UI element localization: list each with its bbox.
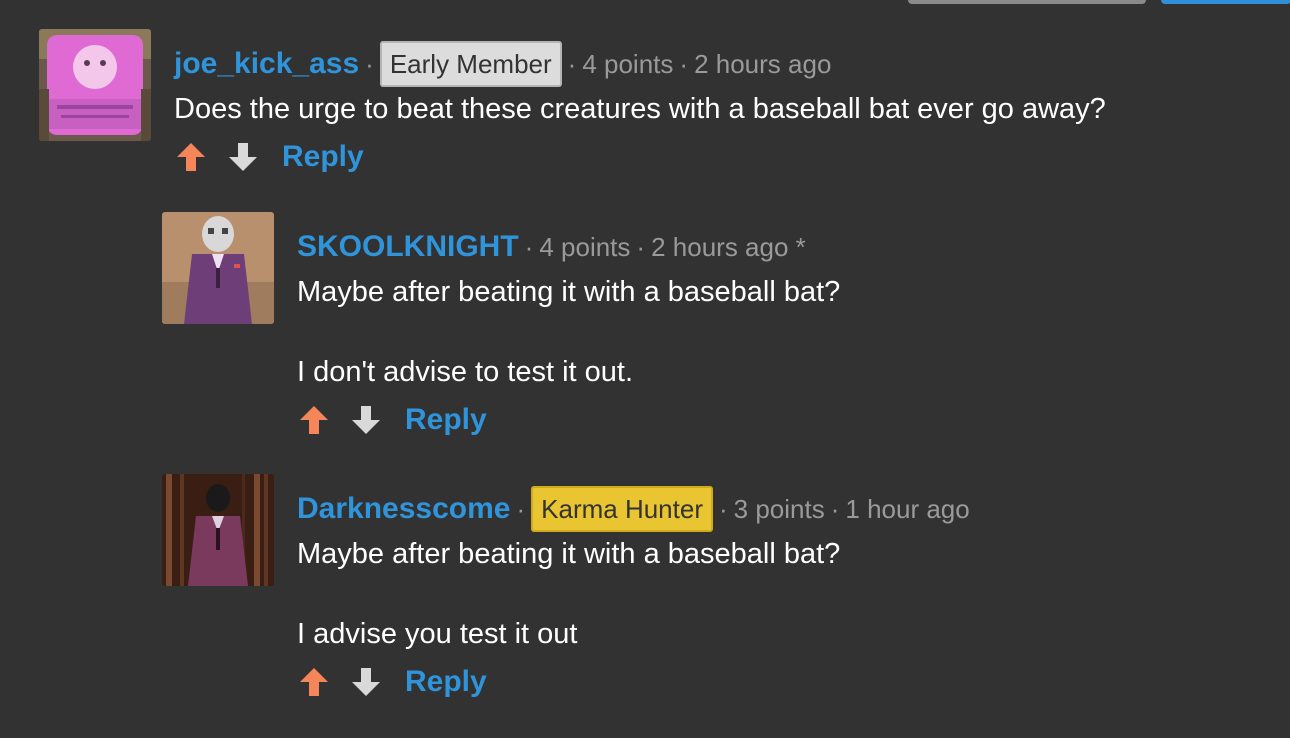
upvote-arrow-icon[interactable] <box>297 665 331 699</box>
comment-actions: Reply <box>297 400 487 440</box>
separator: · <box>516 493 526 524</box>
comment-meta: SKOOLKNIGHT · 4 points · 2 hours ago * <box>297 223 806 271</box>
comment-thread: joe_kick_ass · Early Member · 4 points ·… <box>0 0 1290 738</box>
avatar[interactable] <box>39 29 151 141</box>
points-count: 3 points <box>733 493 825 524</box>
downvote-arrow-icon[interactable] <box>349 403 383 437</box>
comment-body-line: I advise you test it out <box>297 618 578 650</box>
purple-suit-figure-avatar-icon <box>162 212 274 324</box>
top-blue-button[interactable] <box>1161 0 1290 4</box>
separator: · <box>636 231 646 262</box>
avatar[interactable] <box>162 212 274 324</box>
upvote-arrow-icon[interactable] <box>297 403 331 437</box>
reply-button[interactable]: Reply <box>405 665 487 699</box>
avatar[interactable] <box>162 474 274 586</box>
points-count: 4 points <box>539 231 631 262</box>
separator: · <box>365 48 374 79</box>
separator: · <box>567 48 577 79</box>
comment-body-line: I don't advise to test it out. <box>297 356 634 388</box>
username-link[interactable]: SKOOLKNIGHT <box>297 230 519 264</box>
reply-button[interactable]: Reply <box>405 403 487 437</box>
comment-body: Does the urge to beat these creatures wi… <box>174 93 1106 125</box>
separator: · <box>524 231 534 262</box>
comment-body-line: Maybe after beating it with a baseball b… <box>297 276 841 308</box>
reply-button[interactable]: Reply <box>282 140 364 174</box>
upvote-arrow-icon[interactable] <box>174 140 208 174</box>
timestamp: 1 hour ago <box>845 493 970 524</box>
separator: · <box>718 493 728 524</box>
comment-body-line: Maybe after beating it with a baseball b… <box>297 538 841 570</box>
comment-actions: Reply <box>174 137 364 177</box>
user-badge: Karma Hunter <box>531 486 713 532</box>
user-badge: Early Member <box>379 41 562 87</box>
points-count: 4 points <box>582 48 674 79</box>
top-gray-button[interactable] <box>908 0 1146 4</box>
username-link[interactable]: Darknesscome <box>297 492 510 526</box>
pink-toy-avatar-icon <box>39 29 151 141</box>
comment-meta: Darknesscome · Karma Hunter · 3 points ·… <box>297 485 970 533</box>
downvote-arrow-icon[interactable] <box>349 665 383 699</box>
dark-forest-suit-avatar-icon <box>162 474 274 586</box>
downvote-arrow-icon[interactable] <box>226 140 260 174</box>
timestamp: 2 hours ago * <box>651 231 806 262</box>
timestamp: 2 hours ago <box>694 48 832 79</box>
separator: · <box>830 493 840 524</box>
username-link[interactable]: joe_kick_ass <box>174 47 359 81</box>
separator: · <box>679 48 689 79</box>
comment-meta: joe_kick_ass · Early Member · 4 points ·… <box>174 40 831 88</box>
comment-actions: Reply <box>297 662 487 702</box>
